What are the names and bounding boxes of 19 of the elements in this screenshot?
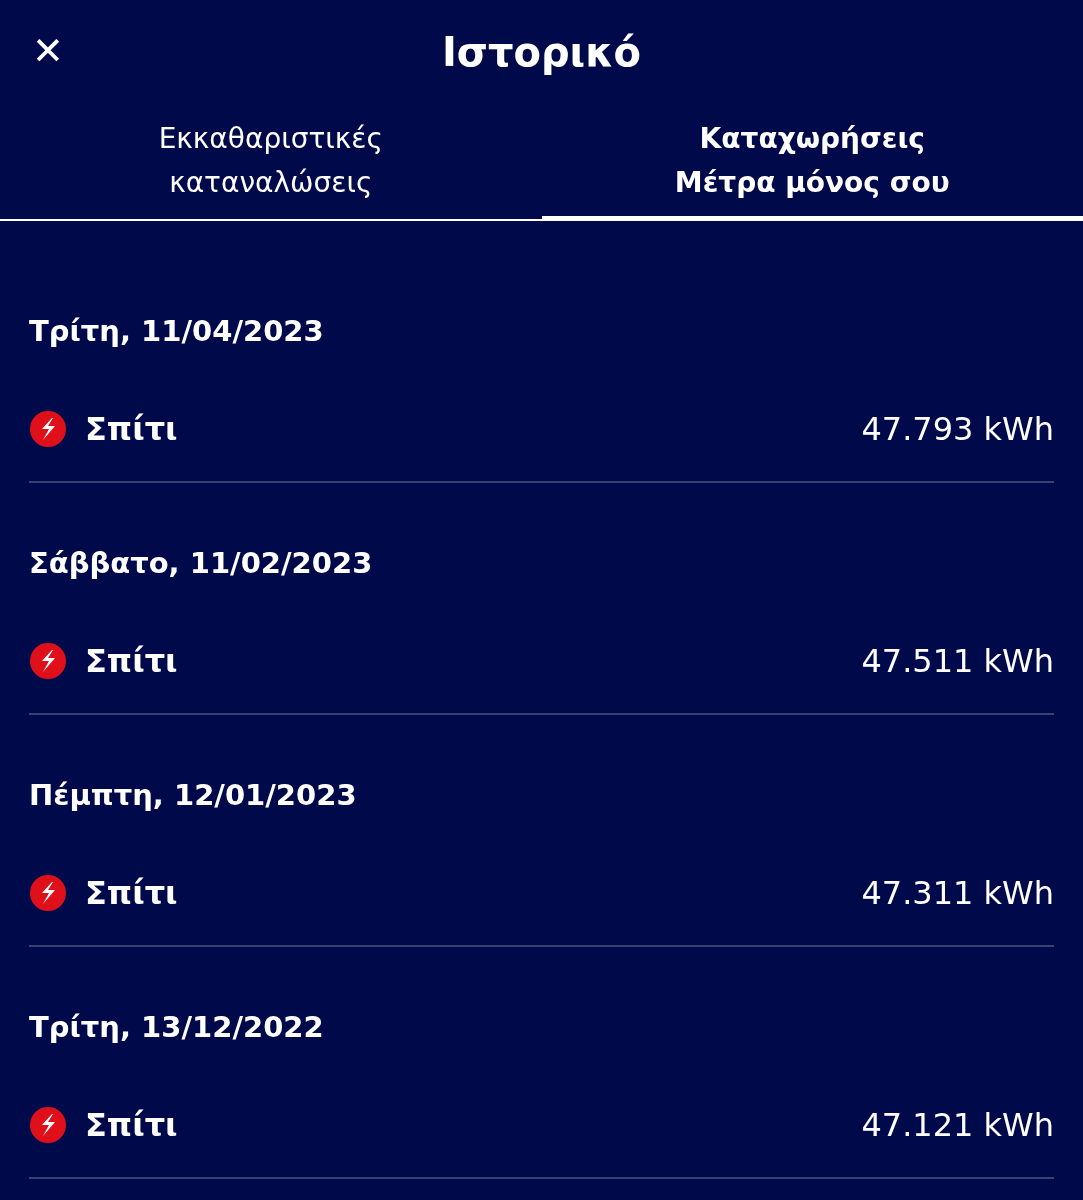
close-button[interactable]: ✕ [28, 28, 68, 74]
lightning-icon [29, 1106, 67, 1144]
place-label: Σπίτι [85, 873, 178, 914]
meter-reading: 47.793 kWh [861, 409, 1054, 450]
meter-reading: 47.121 kWh [861, 1105, 1054, 1146]
entry-date: Τρίτη, 11/04/2023 [29, 313, 325, 350]
tab[interactable]: Καταχωρήσεις Μέτρα μόνος σου [541, 105, 1083, 221]
meter-reading: 47.311 kWh [861, 873, 1054, 914]
lightning-icon [29, 874, 67, 912]
tab[interactable]: Εκκαθαριστικές καταναλώσεις [0, 105, 542, 221]
place-label: Σπίτι [85, 409, 178, 450]
lightning-icon [29, 642, 67, 680]
entry-date: Πέμπτη, 12/01/2023 [29, 777, 358, 814]
meter-reading: 47.511 kWh [861, 641, 1054, 682]
place-label: Σπίτι [85, 641, 178, 682]
entry-date: Τρίτη, 13/12/2022 [29, 1009, 325, 1046]
entry-date: Σάββατο, 11/02/2023 [29, 545, 374, 582]
lightning-icon [29, 410, 67, 448]
place-label: Σπίτι [85, 1105, 178, 1146]
